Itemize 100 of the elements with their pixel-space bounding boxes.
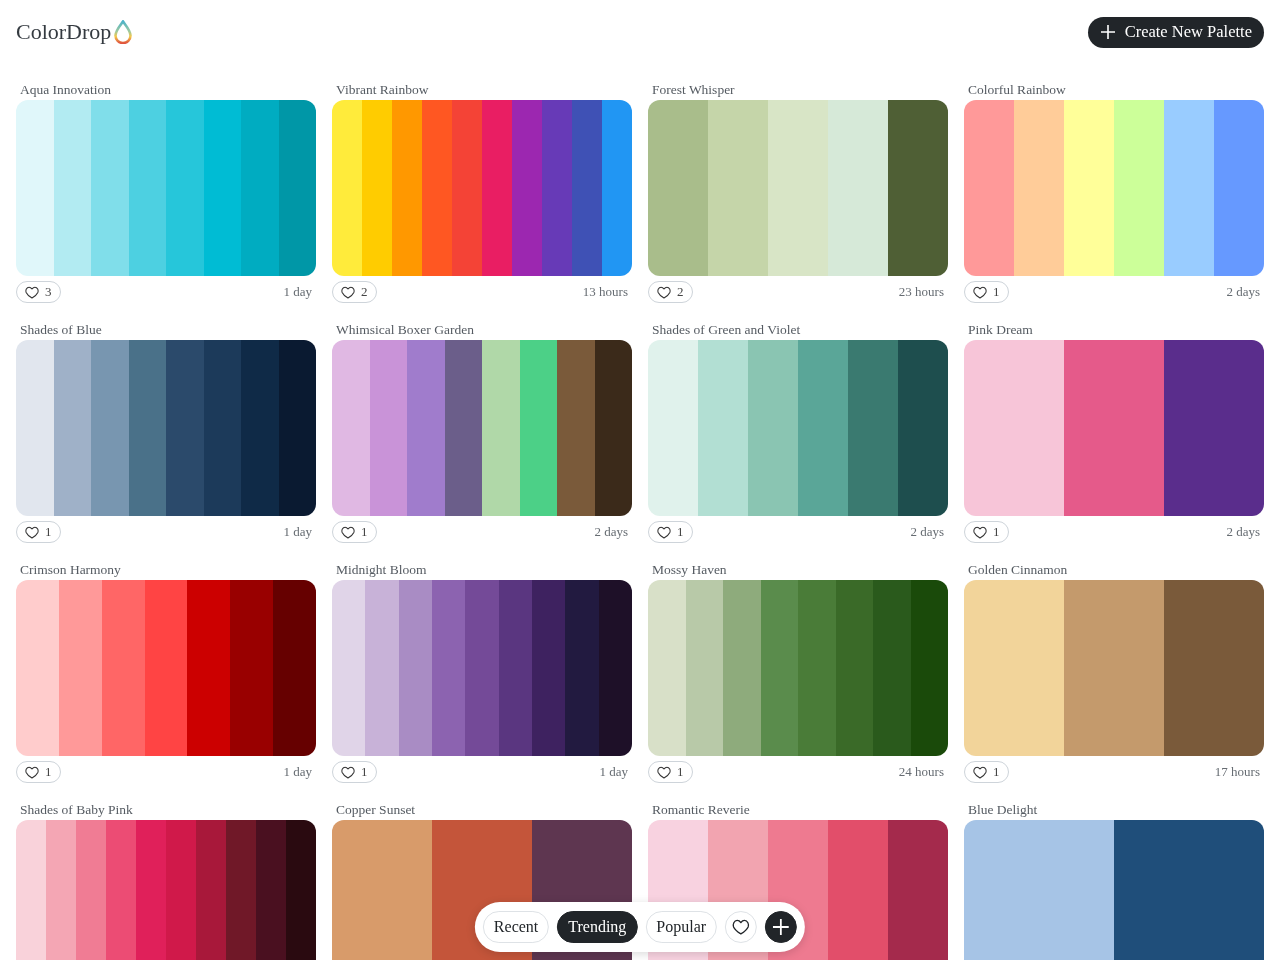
- color-swatch[interactable]: [964, 580, 1064, 756]
- color-swatch[interactable]: [128, 340, 166, 516]
- color-swatch[interactable]: [278, 340, 316, 516]
- favorites-button[interactable]: [725, 911, 758, 943]
- color-swatch[interactable]: [519, 340, 557, 516]
- color-swatch[interactable]: [648, 100, 708, 276]
- color-swatch[interactable]: [362, 100, 392, 276]
- color-swatch[interactable]: [16, 100, 54, 276]
- color-swatch[interactable]: [187, 580, 231, 756]
- color-swatch[interactable]: [1164, 100, 1214, 276]
- color-swatch[interactable]: [226, 820, 256, 960]
- like-button[interactable]: 1: [16, 761, 61, 783]
- filter-tab[interactable]: Recent: [482, 911, 550, 943]
- color-swatch[interactable]: [498, 580, 532, 756]
- color-swatch[interactable]: [835, 580, 873, 756]
- color-swatch[interactable]: [698, 340, 748, 516]
- color-swatch[interactable]: [542, 100, 572, 276]
- color-swatch[interactable]: [166, 820, 196, 960]
- create-palette-button[interactable]: Create New Palette: [1087, 16, 1264, 48]
- color-swatch[interactable]: [1064, 580, 1164, 756]
- color-swatch[interactable]: [594, 340, 632, 516]
- color-swatch[interactable]: [648, 340, 698, 516]
- color-swatch[interactable]: [91, 100, 129, 276]
- color-swatch[interactable]: [648, 580, 686, 756]
- color-swatch[interactable]: [531, 580, 566, 756]
- color-swatch[interactable]: [910, 580, 948, 756]
- color-swatch[interactable]: [848, 340, 898, 516]
- filter-tab[interactable]: Popular: [645, 911, 718, 943]
- color-swatch[interactable]: [332, 340, 370, 516]
- color-swatch[interactable]: [723, 580, 761, 756]
- color-swatch[interactable]: [332, 580, 366, 756]
- color-swatch[interactable]: [602, 100, 632, 276]
- color-swatch[interactable]: [768, 100, 828, 276]
- color-swatch[interactable]: [203, 340, 241, 516]
- color-swatch[interactable]: [1114, 820, 1264, 960]
- like-button[interactable]: 1: [332, 521, 377, 543]
- color-swatch[interactable]: [332, 820, 432, 960]
- color-swatch[interactable]: [16, 580, 59, 756]
- color-swatch[interactable]: [1114, 100, 1164, 276]
- color-swatch[interactable]: [1014, 100, 1064, 276]
- color-swatch[interactable]: [58, 580, 102, 756]
- color-swatch[interactable]: [432, 580, 466, 756]
- color-swatch[interactable]: [828, 100, 888, 276]
- color-swatch[interactable]: [964, 820, 1114, 960]
- color-swatch[interactable]: [286, 820, 316, 960]
- like-button[interactable]: 1: [648, 761, 693, 783]
- like-button[interactable]: 1: [16, 521, 61, 543]
- color-swatch[interactable]: [273, 580, 316, 756]
- add-button[interactable]: [765, 911, 798, 943]
- color-swatch[interactable]: [482, 340, 520, 516]
- color-swatch[interactable]: [53, 100, 91, 276]
- color-swatch[interactable]: [964, 340, 1064, 516]
- color-swatch[interactable]: [873, 580, 911, 756]
- color-swatch[interactable]: [76, 820, 106, 960]
- color-swatch[interactable]: [230, 580, 274, 756]
- color-swatch[interactable]: [1064, 340, 1164, 516]
- color-swatch[interactable]: [685, 580, 723, 756]
- color-swatch[interactable]: [888, 100, 948, 276]
- color-swatch[interactable]: [46, 820, 76, 960]
- color-swatch[interactable]: [1064, 100, 1114, 276]
- like-button[interactable]: 1: [332, 761, 377, 783]
- color-swatch[interactable]: [398, 580, 432, 756]
- color-swatch[interactable]: [369, 340, 407, 516]
- color-swatch[interactable]: [482, 100, 512, 276]
- color-swatch[interactable]: [760, 580, 798, 756]
- color-swatch[interactable]: [332, 100, 362, 276]
- like-button[interactable]: 3: [16, 281, 61, 303]
- like-button[interactable]: 2: [648, 281, 693, 303]
- color-swatch[interactable]: [557, 340, 595, 516]
- like-button[interactable]: 1: [964, 521, 1009, 543]
- color-swatch[interactable]: [1164, 340, 1264, 516]
- color-swatch[interactable]: [241, 100, 279, 276]
- color-swatch[interactable]: [241, 340, 279, 516]
- color-swatch[interactable]: [53, 340, 91, 516]
- color-swatch[interactable]: [444, 340, 482, 516]
- color-swatch[interactable]: [798, 340, 848, 516]
- color-swatch[interactable]: [278, 100, 316, 276]
- color-swatch[interactable]: [748, 340, 798, 516]
- color-swatch[interactable]: [964, 100, 1014, 276]
- color-swatch[interactable]: [196, 820, 226, 960]
- color-swatch[interactable]: [565, 580, 599, 756]
- color-swatch[interactable]: [1214, 100, 1264, 276]
- color-swatch[interactable]: [828, 820, 888, 960]
- color-swatch[interactable]: [465, 580, 499, 756]
- color-swatch[interactable]: [512, 100, 542, 276]
- color-swatch[interactable]: [572, 100, 602, 276]
- color-swatch[interactable]: [598, 580, 632, 756]
- color-swatch[interactable]: [422, 100, 452, 276]
- color-swatch[interactable]: [708, 100, 768, 276]
- color-swatch[interactable]: [407, 340, 445, 516]
- color-swatch[interactable]: [166, 340, 204, 516]
- color-swatch[interactable]: [101, 580, 145, 756]
- like-button[interactable]: 1: [964, 281, 1009, 303]
- color-swatch[interactable]: [128, 100, 166, 276]
- color-swatch[interactable]: [91, 340, 129, 516]
- color-swatch[interactable]: [365, 580, 399, 756]
- like-button[interactable]: 1: [964, 761, 1009, 783]
- color-swatch[interactable]: [16, 340, 54, 516]
- color-swatch[interactable]: [203, 100, 241, 276]
- color-swatch[interactable]: [144, 580, 188, 756]
